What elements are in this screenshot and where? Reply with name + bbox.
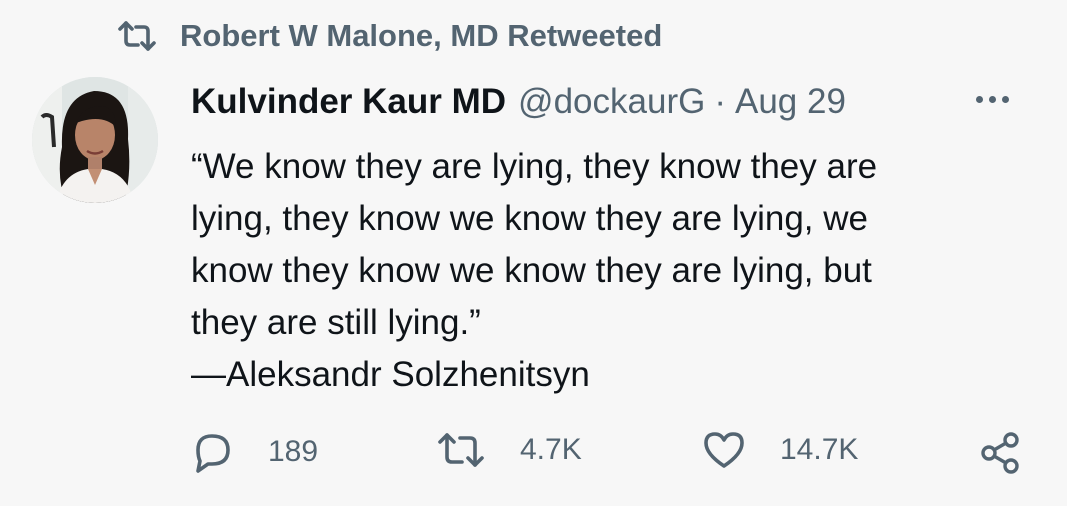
reply-icon [190,430,234,474]
reply-count: 189 [268,435,319,468]
retweet-button[interactable]: 4.7K [436,430,582,470]
more-dots-icon[interactable] [976,96,1009,103]
separator-dot: · [714,82,726,121]
more-dot [1002,96,1009,103]
more-dot [976,96,983,103]
tweet-text-line: —Aleksandr Solzhenitsyn [191,355,590,394]
tweet-header: Kulvinder Kaur MD @dockaurG · Aug 29 [191,82,846,122]
share-icon [978,430,1024,476]
retweeted-by-label: Robert W Malone, MD Retweeted [180,18,663,53]
social-context[interactable]: Robert W Malone, MD Retweeted [116,18,662,54]
tweet-actions: 189 4.7K 14.7K [190,430,1030,480]
retweet-icon [116,19,158,53]
reply-button[interactable]: 189 [190,430,318,474]
tweet-text-line: “We know they are lying, they know they … [191,147,878,186]
like-count: 14.7K [780,433,859,466]
avatar[interactable] [32,77,158,203]
retweet-count: 4.7K [520,433,582,466]
share-button[interactable] [978,430,1024,476]
profile-photo [32,77,158,203]
tweet-text-line: know they know we know they are lying, b… [191,251,872,290]
tweet-date[interactable]: Aug 29 [735,82,846,122]
author-display-name[interactable]: Kulvinder Kaur MD [191,82,506,122]
like-button[interactable]: 14.7K [702,430,858,470]
tweet-text: “We know they are lying, they know they … [191,141,1011,401]
more-dot [989,96,996,103]
heart-icon [702,430,746,470]
tweet-text-line: they are still lying.” [191,303,481,342]
author-handle[interactable]: @dockaurG [518,82,705,122]
tweet-text-line: lying, they know we know they are lying,… [191,199,868,238]
retweet-icon [436,430,486,470]
